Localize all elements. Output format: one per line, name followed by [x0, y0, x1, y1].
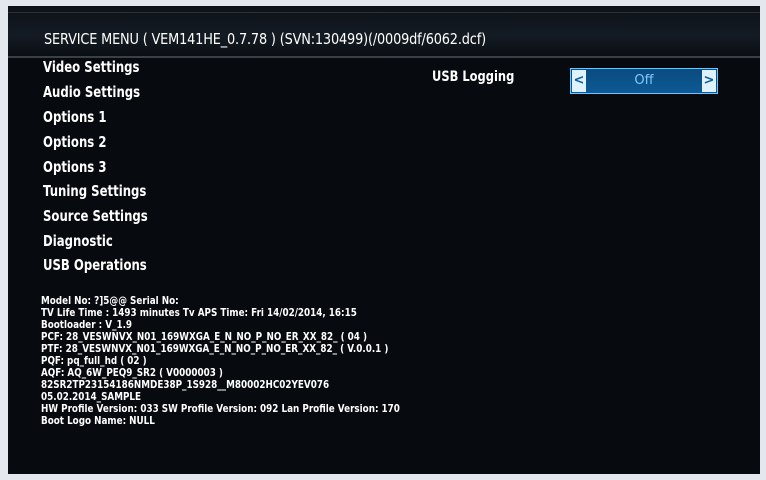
menu-item-diagnostic[interactable]: Diagnostic — [43, 232, 113, 250]
page-title: SERVICE MENU ( VEM141HE_0.7.78 ) (SVN:13… — [44, 30, 486, 48]
usb-logging-value: Off — [634, 73, 654, 88]
menu-item-video-settings[interactable]: Video Settings — [43, 58, 140, 76]
menu-item-audio-settings[interactable]: Audio Settings — [43, 83, 140, 101]
chevron-right-icon[interactable]: > — [702, 70, 716, 92]
info-boot-logo: Boot Logo Name: NULL — [41, 414, 155, 427]
usb-logging-selector[interactable]: < Off > — [570, 68, 718, 94]
menu-item-usb-operations[interactable]: USB Operations — [43, 256, 147, 274]
menu-item-source-settings[interactable]: Source Settings — [43, 207, 148, 225]
menu-header: SERVICE MENU ( VEM141HE_0.7.78 ) (SVN:13… — [8, 6, 760, 58]
tv-screen: SERVICE MENU ( VEM141HE_0.7.78 ) (SVN:13… — [8, 6, 760, 474]
menu-item-tuning-settings[interactable]: Tuning Settings — [43, 182, 146, 200]
header-divider — [8, 12, 760, 13]
menu-item-options-1[interactable]: Options 1 — [43, 108, 106, 126]
usb-logging-label: USB Logging — [432, 69, 515, 85]
chevron-left-icon[interactable]: < — [572, 70, 586, 92]
menu-item-options-3[interactable]: Options 3 — [43, 158, 106, 176]
menu-item-options-2[interactable]: Options 2 — [43, 133, 106, 151]
